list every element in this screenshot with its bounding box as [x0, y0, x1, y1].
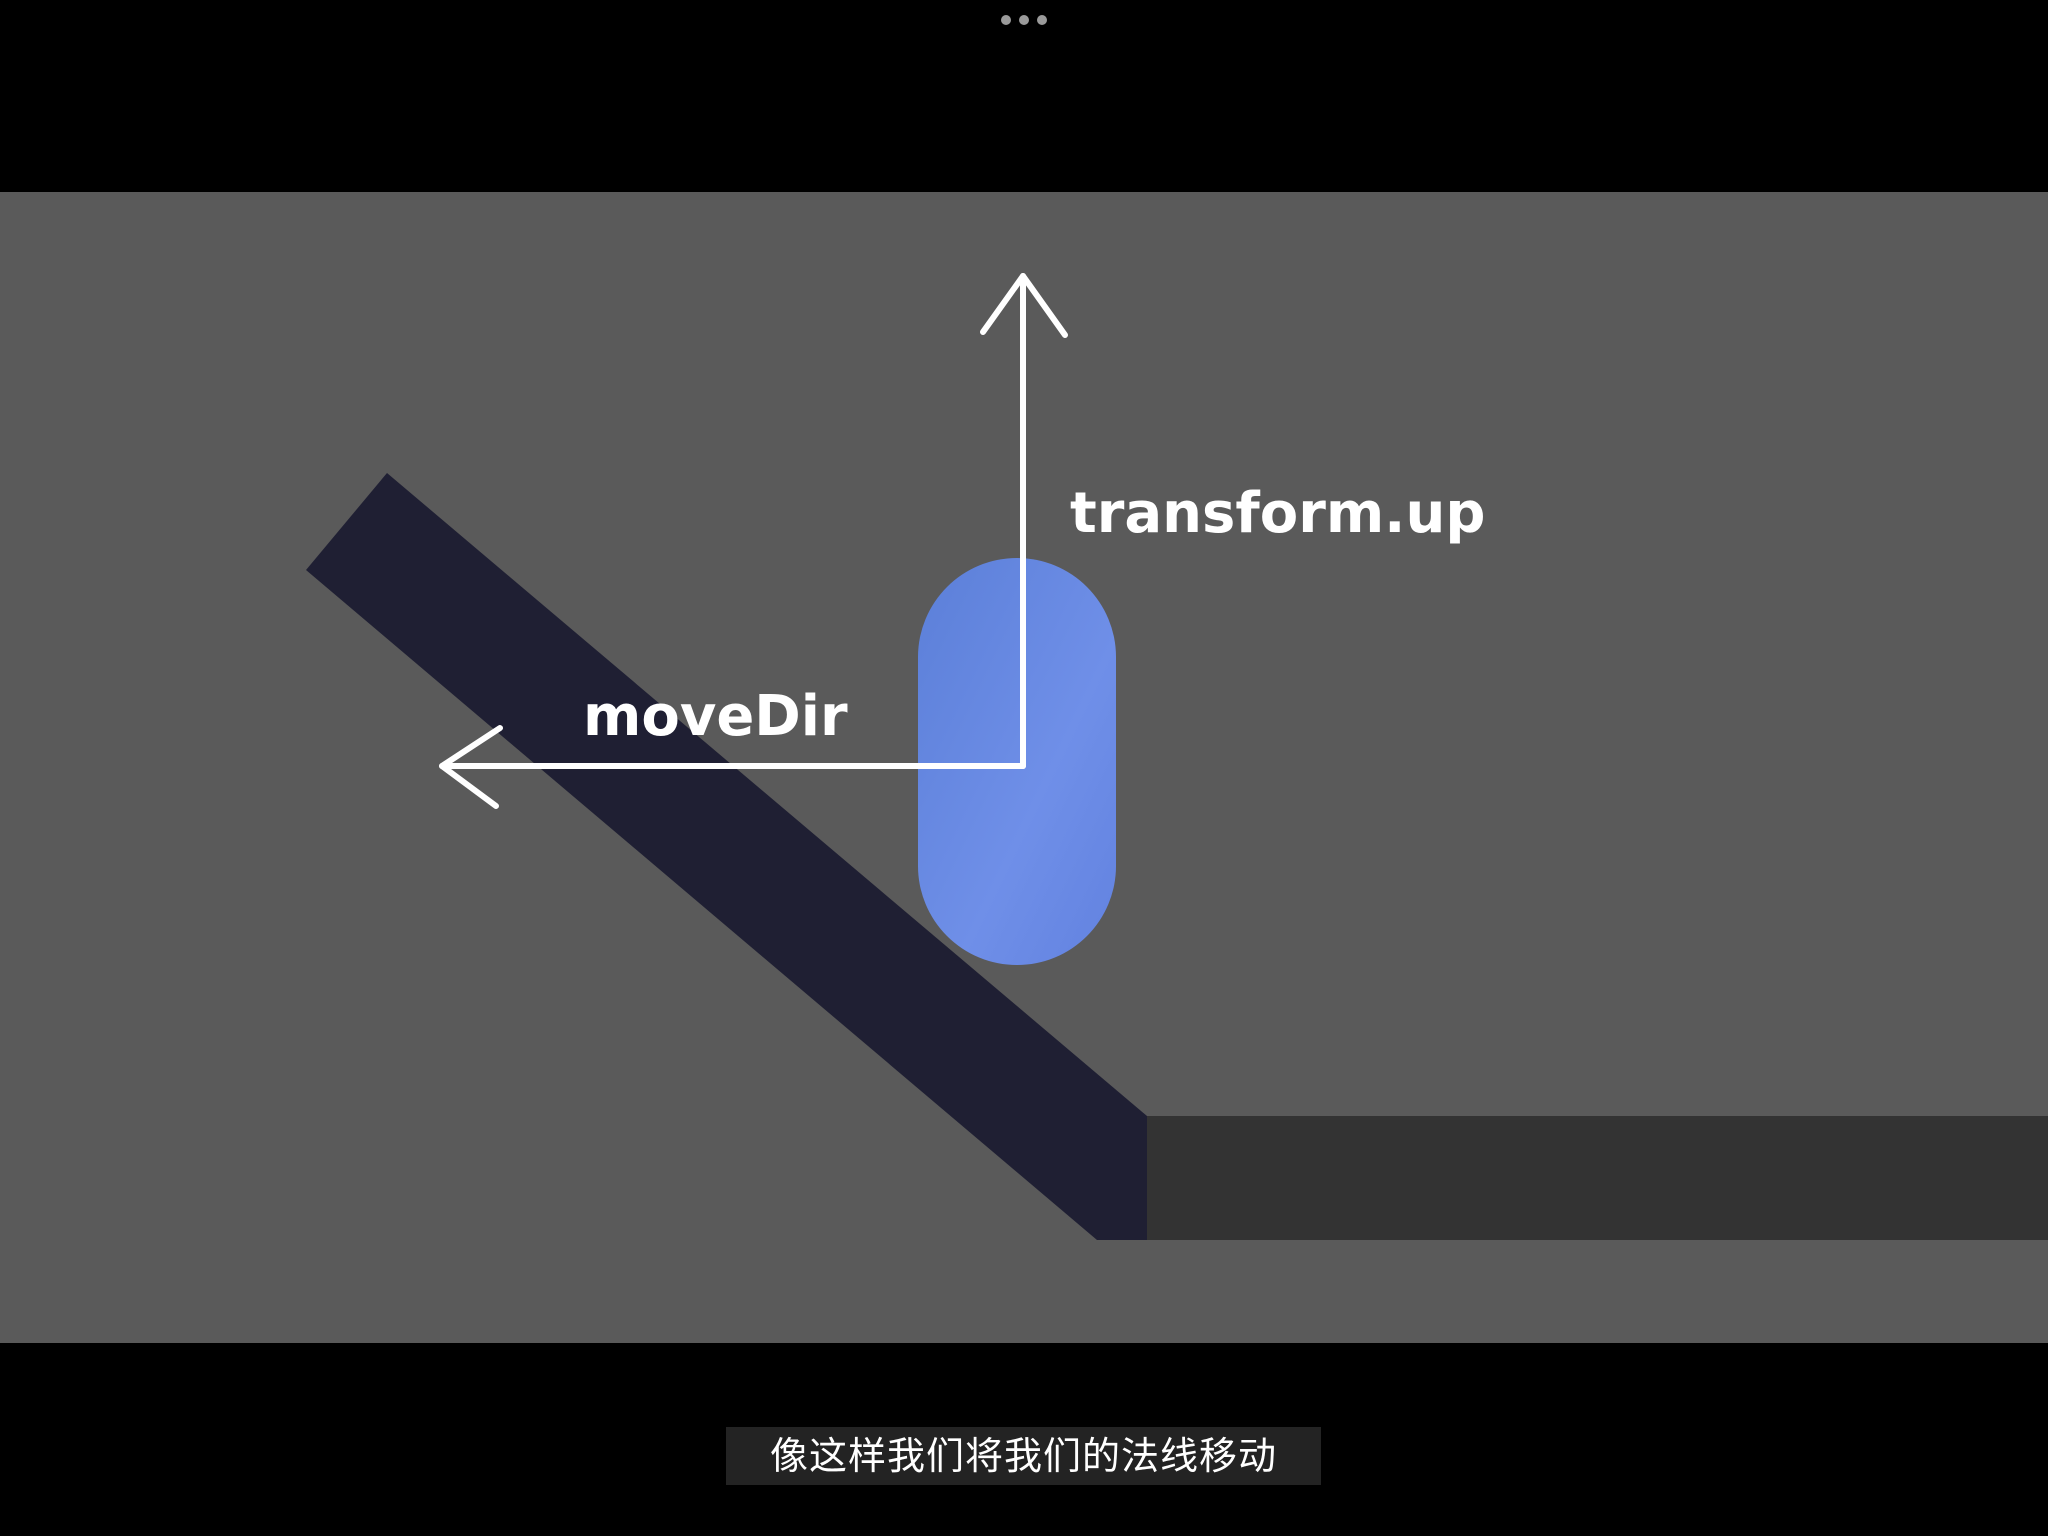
video-player: transform.up moveDir 像这样我们将我们的法线移动 — [0, 0, 2048, 1536]
capsule-player — [918, 558, 1116, 965]
more-options-button[interactable] — [1001, 14, 1047, 26]
more-dot — [1037, 15, 1047, 25]
floor-slab — [1146, 1116, 2048, 1240]
video-frame[interactable]: transform.up moveDir — [0, 192, 2048, 1343]
subtitle-caption: 像这样我们将我们的法线移动 — [726, 1427, 1321, 1485]
up-vector-label: transform.up — [1070, 481, 1485, 546]
move-dir-label: moveDir — [583, 684, 848, 749]
more-dot — [1019, 15, 1029, 25]
more-horizontal-icon — [1001, 15, 1011, 25]
scene-canvas: transform.up moveDir — [306, 273, 2048, 1240]
